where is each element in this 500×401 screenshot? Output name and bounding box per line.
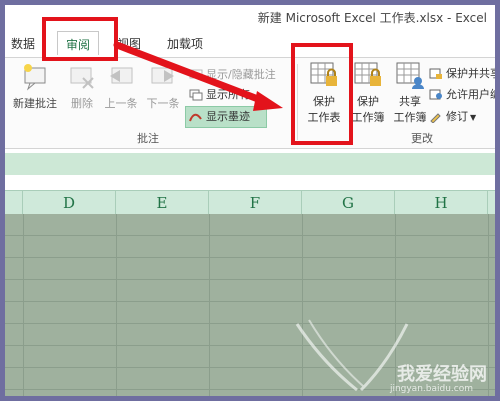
column-header-g[interactable]: G bbox=[302, 191, 395, 215]
allow-users-edit-button[interactable]: 允许用户编 bbox=[429, 86, 495, 102]
ribbon-panel: 新建批注 删除 上一条 下一条 显示/隐藏批注 显示所有 显示墨迹 批注 保护 … bbox=[5, 57, 495, 149]
new-comment-label: 新建批注 bbox=[13, 97, 57, 110]
watermark-url: jingyan.baidu.com bbox=[389, 384, 473, 394]
protect-and-share-icon bbox=[429, 68, 442, 79]
grid-line bbox=[116, 214, 117, 396]
grid-line bbox=[488, 214, 489, 396]
chevron-down-icon: ▼ bbox=[470, 113, 477, 122]
show-ink-button[interactable]: 显示墨迹 bbox=[189, 108, 250, 124]
share-workbook-label-2: 工作簿 bbox=[393, 111, 427, 124]
new-comment-icon bbox=[24, 64, 46, 91]
protect-and-share-button[interactable]: 保护并共享 bbox=[429, 65, 495, 81]
new-comment-button[interactable]: 新建批注 bbox=[7, 62, 63, 111]
next-comment-icon bbox=[151, 67, 174, 84]
show-ink-icon bbox=[189, 113, 202, 122]
review-tab-highlight-box bbox=[42, 17, 118, 61]
previous-comment-label: 上一条 bbox=[104, 97, 138, 110]
delete-comment-button[interactable]: 删除 bbox=[65, 62, 99, 111]
column-header-h[interactable]: H bbox=[395, 191, 488, 215]
track-changes-button[interactable]: 修订 ▼ bbox=[429, 108, 476, 124]
share-workbook-button[interactable]: 共享 工作簿 bbox=[388, 60, 432, 125]
watermark-text: 我爱经验网 bbox=[397, 364, 487, 385]
protect-workbook-icon bbox=[354, 62, 381, 86]
excel-window: 新建 Microsoft Excel 工作表.xlsx - Excel 数据 审… bbox=[5, 5, 495, 396]
delete-comment-icon bbox=[70, 67, 94, 89]
track-changes-label: 修订 bbox=[446, 110, 468, 123]
delete-comment-label: 删除 bbox=[71, 97, 93, 110]
show-hide-comment-label: 显示/隐藏批注 bbox=[206, 68, 276, 81]
tab-data[interactable]: 数据 bbox=[11, 35, 35, 52]
column-header-f[interactable]: F bbox=[209, 191, 302, 215]
next-comment-label: 下一条 bbox=[146, 97, 180, 110]
show-hide-comment-button[interactable]: 显示/隐藏批注 bbox=[189, 66, 276, 82]
column-header-e[interactable]: E bbox=[116, 191, 209, 215]
show-all-comments-button[interactable]: 显示所有 bbox=[189, 86, 250, 102]
column-header-row: D E F G H bbox=[5, 190, 495, 216]
protect-sheet-highlight-box bbox=[291, 43, 353, 145]
grid-line bbox=[5, 279, 495, 280]
worksheet-grid[interactable]: 我爱经验网 jingyan.baidu.com bbox=[5, 214, 495, 396]
show-all-comments-label: 显示所有 bbox=[206, 88, 250, 101]
protect-and-share-label: 保护并共享 bbox=[446, 67, 495, 80]
name-box-gap bbox=[5, 175, 495, 190]
allow-users-edit-icon bbox=[429, 89, 442, 100]
track-changes-icon bbox=[430, 113, 441, 123]
grid-line bbox=[209, 214, 210, 396]
tab-addins[interactable]: 加载项 bbox=[167, 35, 203, 52]
column-header-d[interactable]: D bbox=[23, 191, 116, 215]
allow-users-edit-label: 允许用户编 bbox=[446, 88, 495, 101]
grid-line bbox=[23, 214, 24, 396]
show-ink-label: 显示墨迹 bbox=[206, 110, 250, 123]
share-workbook-label-1: 共享 bbox=[399, 95, 421, 108]
window-title: 新建 Microsoft Excel 工作表.xlsx - Excel bbox=[257, 11, 487, 25]
next-comment-button[interactable]: 下一条 bbox=[143, 62, 183, 111]
grid-line bbox=[5, 323, 495, 324]
share-workbook-icon bbox=[396, 62, 424, 89]
tab-view[interactable]: 视图 bbox=[117, 35, 141, 52]
previous-comment-button[interactable]: 上一条 bbox=[101, 62, 141, 111]
column-header-partial[interactable] bbox=[5, 191, 23, 215]
show-hide-comment-icon bbox=[189, 69, 203, 79]
formula-bar[interactable] bbox=[5, 153, 495, 176]
grid-line bbox=[5, 301, 495, 302]
show-all-comments-icon bbox=[189, 89, 203, 101]
changes-group-label: 更改 bbox=[411, 132, 433, 145]
comments-group-label: 批注 bbox=[137, 132, 159, 145]
grid-line bbox=[5, 257, 495, 258]
grid-line bbox=[5, 235, 495, 236]
previous-comment-icon bbox=[110, 67, 133, 84]
grid-line bbox=[5, 345, 495, 346]
